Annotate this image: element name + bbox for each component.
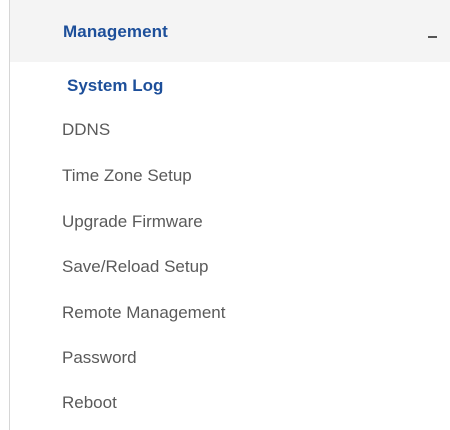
section-title: Management	[63, 22, 168, 41]
menu-item-ddns[interactable]: DDNS	[62, 120, 110, 140]
section-header[interactable]: Management	[10, 0, 450, 62]
left-divider	[9, 0, 10, 430]
menu-item-password[interactable]: Password	[62, 348, 137, 368]
menu-item-system-log[interactable]: System Log	[67, 76, 163, 96]
minus-icon[interactable]	[424, 26, 442, 44]
management-menu-panel: Management System Log DDNS Time Zone Set…	[0, 0, 450, 430]
menu-item-time-zone-setup[interactable]: Time Zone Setup	[62, 166, 192, 186]
menu-item-remote-management[interactable]: Remote Management	[62, 303, 225, 323]
menu-item-save-reload-setup[interactable]: Save/Reload Setup	[62, 257, 209, 277]
menu-item-upgrade-firmware[interactable]: Upgrade Firmware	[62, 212, 203, 232]
menu-item-reboot[interactable]: Reboot	[62, 393, 117, 413]
